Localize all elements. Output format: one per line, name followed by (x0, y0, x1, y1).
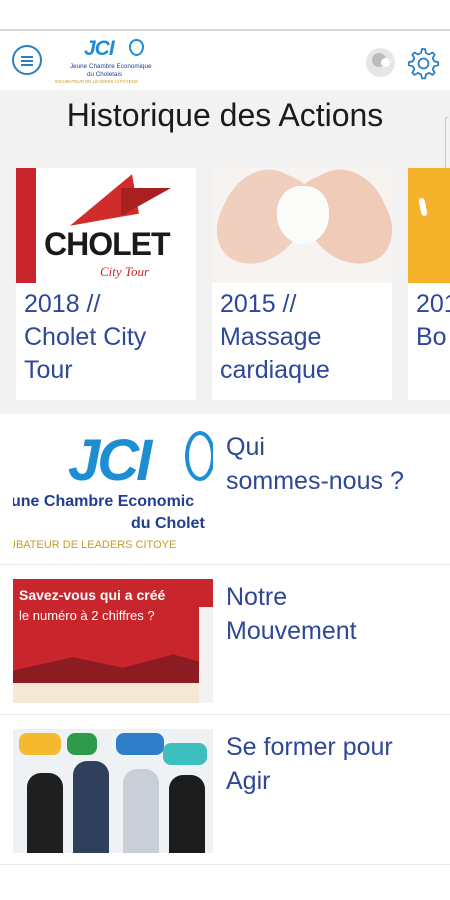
list-item-qui-sommes-nous[interactable]: JCI une Chambre Economic du Cholet UBATE… (0, 416, 450, 565)
menu-button[interactable] (12, 45, 42, 75)
jci-banner-image: JCI une Chambre Economic du Cholet UBATE… (13, 429, 213, 553)
speech-bubble-icon (19, 733, 61, 755)
speech-bubble-icon (67, 733, 97, 755)
person-figure (169, 775, 205, 853)
list-item-notre-mouvement[interactable]: Savez-vous qui a créé le numéro à 2 chif… (0, 566, 450, 715)
card-image (408, 168, 450, 283)
person-figure (73, 761, 109, 853)
logo-badge-icon (129, 39, 144, 56)
jci-badge-icon (185, 431, 213, 481)
profile-icon[interactable] (366, 48, 395, 77)
card-label: 2015 // Massage cardiaque (220, 290, 330, 384)
people-speech-bubbles-image (13, 729, 213, 853)
list-item-label: Se former pour Agir (226, 733, 393, 795)
mouvement-image: Savez-vous qui a créé le numéro à 2 chif… (13, 579, 213, 703)
card-image (212, 168, 392, 283)
list-item-label: Notre Mouvement (226, 583, 357, 645)
list-item-se-former[interactable]: Se former pour Agir (0, 716, 450, 865)
history-card[interactable]: 2015 // Massage cardiaque (212, 168, 392, 400)
logo-line-1: Jeune Chambre Economique (70, 63, 152, 70)
person-figure (27, 773, 63, 853)
logo-line-2: du Choletais (87, 71, 123, 78)
card-image-subtitle: City Tour (100, 264, 150, 279)
gear-icon[interactable] (404, 44, 440, 80)
jci-logo[interactable]: JCI Jeune Chambre Economique du Choletai… (55, 36, 155, 88)
logo-brand: JCI (84, 37, 115, 60)
speech-bubble-icon (116, 733, 164, 755)
speech-bubble-icon (163, 743, 207, 765)
card-image: CHOLET City Tour (16, 168, 196, 283)
card-label: 2018 // Cholet City Tour (24, 290, 147, 384)
list-item-label: Qui sommes-nous ? (226, 433, 404, 495)
card-label: 201 Bo (416, 290, 450, 351)
history-card[interactable]: 201 Bo (408, 168, 450, 400)
app-header: JCI Jeune Chambre Economique du Choletai… (0, 33, 450, 90)
history-title: Historique des Actions (66, 97, 384, 133)
status-bar (0, 0, 450, 31)
menu-icon (21, 56, 33, 58)
history-card[interactable]: CHOLET City Tour 2018 // Cholet City Tou… (16, 168, 196, 400)
person-figure (123, 769, 159, 853)
logo-tagline: INCUBATEUR DE LEADERS CITOYENS (55, 79, 138, 84)
card-image-title: CHOLET (44, 226, 171, 262)
